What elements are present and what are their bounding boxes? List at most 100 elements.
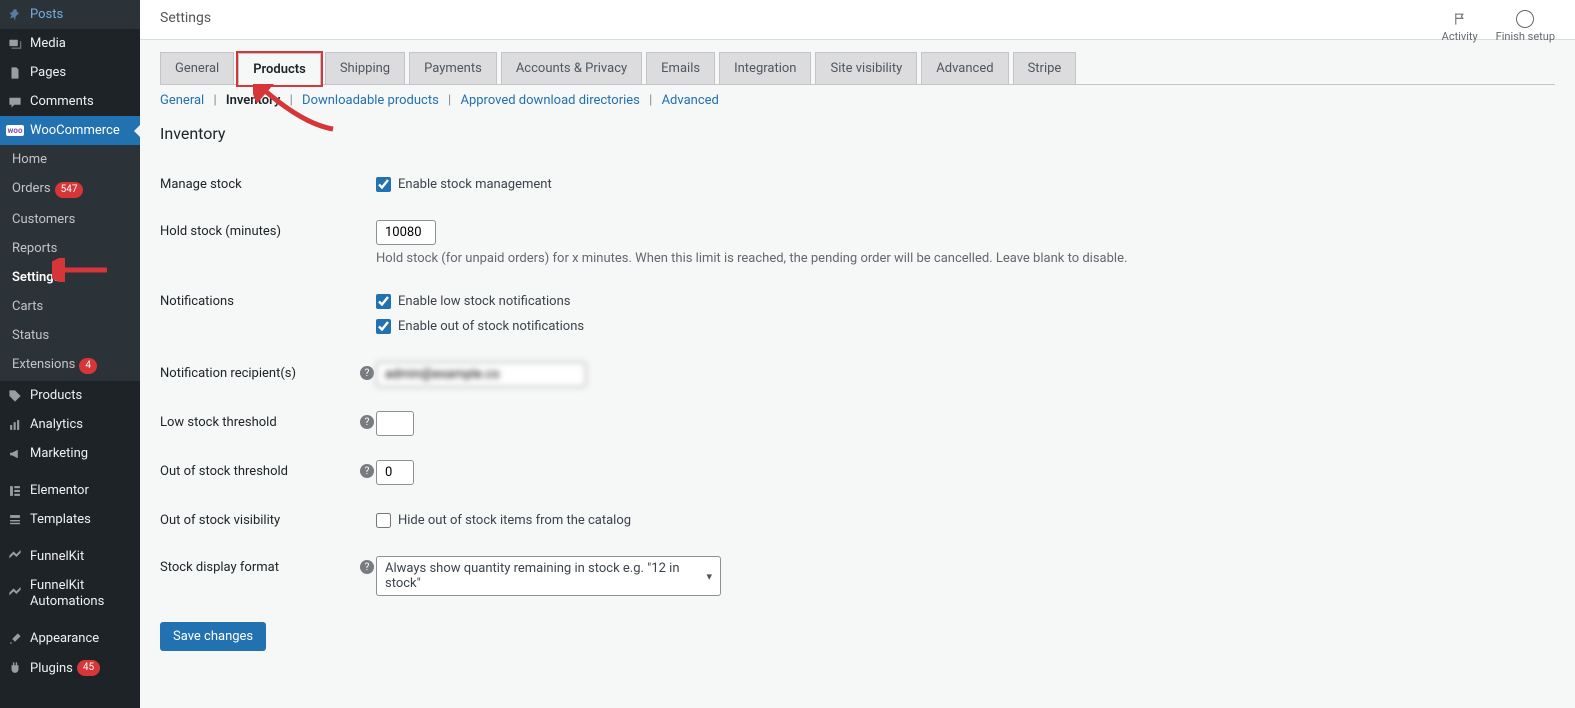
- hold-stock-input[interactable]: [376, 220, 436, 245]
- page-title: Settings: [160, 10, 211, 26]
- brush-icon: [8, 632, 22, 646]
- sidebar-item-media[interactable]: Media: [0, 29, 140, 58]
- hide-oos-checkbox[interactable]: [376, 513, 391, 528]
- tab-shipping[interactable]: Shipping: [325, 52, 405, 84]
- sidebar-item-appearance[interactable]: Appearance: [0, 624, 140, 653]
- row-display-format: Stock display format ? Always show quant…: [160, 544, 1555, 608]
- finish-setup-button[interactable]: Finish setup: [1496, 10, 1555, 43]
- checkbox-low-stock-notif[interactable]: Enable low stock notifications: [376, 294, 1555, 309]
- main-content: Settings Activity Finish setup General P…: [140, 0, 1575, 708]
- manage-stock-checkbox[interactable]: [376, 177, 391, 192]
- help-icon[interactable]: ?: [360, 415, 374, 429]
- low-stock-notif-checkbox[interactable]: [376, 294, 391, 309]
- label-hold-stock: Hold stock (minutes): [160, 220, 360, 239]
- sidebar-item-label: WooCommerce: [30, 123, 120, 138]
- chart-icon: [8, 418, 22, 432]
- sidebar-item-label: Analytics: [30, 417, 83, 432]
- sidebar-item-analytics[interactable]: Analytics: [0, 410, 140, 439]
- row-low-threshold: Low stock threshold ?: [160, 399, 1555, 448]
- elementor-icon: [8, 484, 22, 498]
- row-notifications: Notifications Enable low stock notificat…: [160, 278, 1555, 350]
- sidebar-sub-settings[interactable]: Settings: [0, 263, 140, 292]
- sidebar-sub-status[interactable]: Status: [0, 321, 140, 350]
- display-format-select[interactable]: Always show quantity remaining in stock …: [376, 556, 721, 596]
- sidebar-item-funnelkit-automations[interactable]: FunnelKit Automations: [0, 571, 140, 616]
- tag-icon: [8, 389, 22, 403]
- row-manage-stock: Manage stock Enable stock management: [160, 161, 1555, 208]
- subsub-nav: General | Inventory | Downloadable produ…: [160, 85, 1555, 116]
- topbar-actions: Activity Finish setup: [1442, 10, 1555, 43]
- save-button[interactable]: Save changes: [160, 622, 266, 651]
- tab-site-visibility[interactable]: Site visibility: [815, 52, 917, 84]
- sidebar-item-label: Plugins: [30, 661, 73, 676]
- pin-icon: [8, 8, 22, 22]
- sidebar-item-products[interactable]: Products: [0, 381, 140, 410]
- help-icon[interactable]: ?: [360, 464, 374, 478]
- low-threshold-input[interactable]: [376, 411, 414, 436]
- checkbox-manage-stock[interactable]: Enable stock management: [376, 177, 1555, 192]
- row-oos-visibility: Out of stock visibility Hide out of stoc…: [160, 497, 1555, 544]
- sidebar-item-woocommerce[interactable]: woo WooCommerce: [0, 116, 140, 145]
- sidebar-item-label: Products: [30, 388, 82, 403]
- activity-button[interactable]: Activity: [1442, 10, 1478, 43]
- topbar: Settings Activity Finish setup: [140, 0, 1575, 40]
- sidebar-sub-customers[interactable]: Customers: [0, 205, 140, 234]
- label-oos-threshold: Out of stock threshold: [160, 460, 360, 479]
- tab-accounts[interactable]: Accounts & Privacy: [501, 52, 642, 84]
- sidebar-item-marketing[interactable]: Marketing: [0, 439, 140, 468]
- sidebar-item-pages[interactable]: Pages: [0, 58, 140, 87]
- sidebar-item-label: Elementor: [30, 483, 89, 498]
- help-icon[interactable]: ?: [360, 366, 374, 380]
- sidebar-sub-carts[interactable]: Carts: [0, 292, 140, 321]
- sidebar-item-elementor[interactable]: Elementor: [0, 476, 140, 505]
- oos-threshold-input[interactable]: [376, 460, 414, 485]
- funnelkit-icon: [8, 587, 22, 601]
- nav-tabs: General Products Shipping Payments Accou…: [160, 40, 1555, 85]
- sublink-general[interactable]: General: [160, 93, 204, 108]
- sidebar-item-label: Templates: [30, 512, 91, 527]
- funnelkit-icon: [8, 550, 22, 564]
- section-title: Inventory: [160, 124, 1555, 143]
- sidebar-item-label: Marketing: [30, 446, 88, 461]
- sidebar-item-templates[interactable]: Templates: [0, 505, 140, 534]
- sidebar-sub-orders[interactable]: Orders547: [0, 174, 140, 205]
- sidebar-item-label: Appearance: [30, 631, 99, 646]
- label-oos-visibility: Out of stock visibility: [160, 509, 360, 528]
- sidebar-item-label: Posts: [30, 7, 63, 22]
- tab-payments[interactable]: Payments: [409, 52, 497, 84]
- woo-icon: woo: [8, 124, 22, 138]
- recipients-input[interactable]: [376, 362, 586, 387]
- sublink-downloadable[interactable]: Downloadable products: [302, 93, 439, 108]
- sublink-advanced[interactable]: Advanced: [662, 93, 719, 108]
- sidebar-item-posts[interactable]: Posts: [0, 0, 140, 29]
- checkbox-hide-oos[interactable]: Hide out of stock items from the catalog: [376, 513, 1555, 528]
- tab-advanced[interactable]: Advanced: [921, 52, 1008, 84]
- sidebar-item-label: FunnelKit: [30, 549, 84, 564]
- label-notifications: Notifications: [160, 290, 360, 309]
- orders-count-badge: 547: [55, 182, 84, 198]
- sublink-inventory[interactable]: Inventory: [226, 93, 281, 108]
- sublink-approved[interactable]: Approved download directories: [460, 93, 639, 108]
- tab-general[interactable]: General: [160, 52, 234, 84]
- circle-icon: [1516, 10, 1534, 28]
- row-oos-threshold: Out of stock threshold ?: [160, 448, 1555, 497]
- tab-products[interactable]: Products: [238, 53, 321, 85]
- sidebar-item-comments[interactable]: Comments: [0, 87, 140, 116]
- oos-notif-checkbox[interactable]: [376, 319, 391, 334]
- media-icon: [8, 37, 22, 51]
- tab-emails[interactable]: Emails: [646, 52, 715, 84]
- checkbox-oos-notif[interactable]: Enable out of stock notifications: [376, 319, 1555, 334]
- templates-icon: [8, 513, 22, 527]
- sidebar-sub-reports[interactable]: Reports: [0, 234, 140, 263]
- help-icon[interactable]: ?: [360, 560, 374, 574]
- sidebar-sub-home[interactable]: Home: [0, 145, 140, 174]
- hold-stock-desc: Hold stock (for unpaid orders) for x min…: [376, 251, 1555, 266]
- sidebar-sub-extensions[interactable]: Extensions4: [0, 350, 140, 381]
- tab-integration[interactable]: Integration: [719, 52, 811, 84]
- sidebar-item-funnelkit[interactable]: FunnelKit: [0, 542, 140, 571]
- label-display-format: Stock display format: [160, 556, 360, 575]
- label-manage-stock: Manage stock: [160, 173, 360, 192]
- tab-stripe[interactable]: Stripe: [1013, 52, 1077, 84]
- admin-sidebar: Posts Media Pages Comments woo WooCommer…: [0, 0, 140, 708]
- sidebar-item-plugins[interactable]: Plugins 45: [0, 653, 140, 683]
